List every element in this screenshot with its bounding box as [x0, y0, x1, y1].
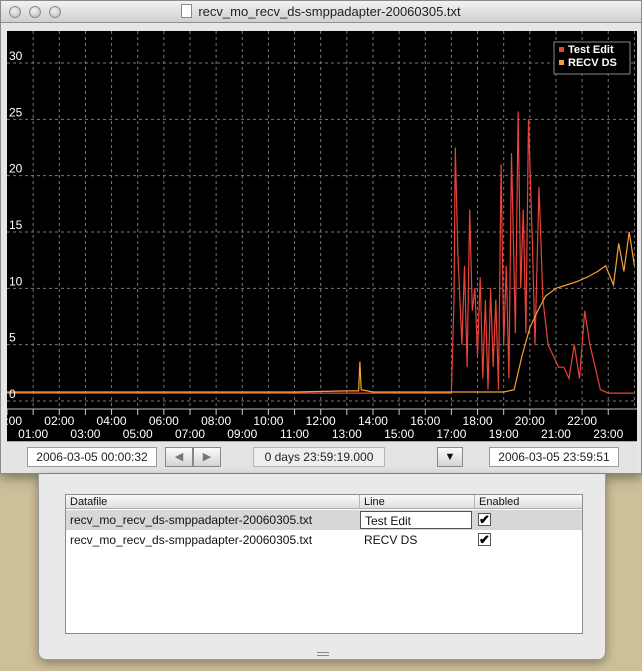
column-header-line[interactable]: Line [360, 495, 475, 509]
enabled-checkbox[interactable]: ✔ [478, 533, 491, 546]
window-title-wrap: recv_mo_recv_ds-smppadapter-20060305.txt [1, 4, 641, 19]
x-tick-label-top: 18:00 [463, 414, 493, 428]
y-tick-label: 5 [9, 331, 16, 345]
x-tick-label-bottom: 21:00 [541, 427, 571, 441]
line-name-edit-field[interactable]: Test Edit [360, 511, 472, 529]
x-tick-label-top: 04:00 [97, 414, 127, 428]
x-tick-label-top: 12:00 [306, 414, 336, 428]
resize-grip[interactable] [317, 652, 329, 656]
x-tick-label-top: 16:00 [410, 414, 440, 428]
line-name-cell[interactable]: RECV DS [360, 530, 417, 550]
column-header-enabled[interactable]: Enabled [475, 495, 584, 509]
legend-swatch-test-edit [559, 47, 564, 52]
plot-window: recv_mo_recv_ds-smppadapter-20060305.txt… [0, 0, 642, 474]
x-tick-label-top: 20:00 [515, 414, 545, 428]
datafile-cell: recv_mo_recv_ds-smppadapter-20060305.txt [70, 513, 313, 527]
start-time-field[interactable]: 2006-03-05 00:00:32 [27, 447, 157, 467]
x-tick-label-top: 14:00 [358, 414, 388, 428]
datafile-table: Datafile Line Enabled recv_mo_recv_ds-sm… [65, 494, 583, 634]
y-axis-labels: 0 5 10 15 20 25 30 [9, 49, 23, 401]
datafile-cell: recv_mo_recv_ds-smppadapter-20060305.txt [70, 533, 313, 547]
x-tick-label-bottom: 17:00 [436, 427, 466, 441]
x-tick-label-bottom: 11:00 [280, 427, 309, 441]
time-toolbar: 2006-03-05 00:00:32 ◀ ▶ 0 days 23:59:19.… [7, 441, 637, 473]
y-tick-label: 20 [9, 162, 23, 176]
column-header-datafile[interactable]: Datafile [66, 495, 360, 509]
table-row[interactable]: recv_mo_recv_ds-smppadapter-20060305.txt… [66, 530, 582, 550]
table-row[interactable]: recv_mo_recv_ds-smppadapter-20060305.txt… [66, 510, 582, 530]
x-tick-label-bottom: 07:00 [175, 427, 205, 441]
datafile-drawer: Datafile Line Enabled recv_mo_recv_ds-sm… [38, 474, 606, 660]
x-tick-label-bottom: 05:00 [123, 427, 153, 441]
y-tick-label: 30 [9, 49, 23, 63]
legend: Test Edit RECV DS [553, 41, 631, 75]
window-title: recv_mo_recv_ds-smppadapter-20060305.txt [198, 4, 461, 19]
x-tick-label-bottom: 13:00 [332, 427, 362, 441]
x-tick-label-top: 10:00 [253, 414, 283, 428]
table-header: Datafile Line Enabled [66, 495, 582, 509]
legend-label-recv-ds: RECV DS [568, 57, 617, 69]
x-tick-label-top: 00:00 [7, 414, 22, 428]
chart-svg[interactable]: 0 5 10 15 20 25 30 00:00 02:00 04:00 06:00 08:00 10… [7, 31, 637, 441]
enabled-checkbox[interactable]: ✔ [478, 513, 491, 526]
end-time-field[interactable]: 2006-03-05 23:59:51 [489, 447, 619, 467]
x-tick-label-top: 22:00 [567, 414, 597, 428]
legend-label-test-edit: Test Edit [568, 44, 614, 56]
previous-button[interactable]: ◀ [165, 447, 193, 467]
x-tick-label-top: 02:00 [44, 414, 74, 428]
y-tick-label: 15 [9, 218, 23, 232]
x-tick-label-bottom: 15:00 [384, 427, 414, 441]
next-button[interactable]: ▶ [193, 447, 221, 467]
x-tick-label-bottom: 01:00 [18, 427, 48, 441]
dropdown-button[interactable]: ▼ [437, 447, 463, 467]
y-tick-label: 0 [9, 387, 16, 401]
x-tick-label-bottom: 19:00 [489, 427, 519, 441]
y-tick-label: 25 [9, 105, 23, 119]
grid-lines [7, 31, 637, 409]
document-icon [181, 4, 193, 18]
x-tick-label-bottom: 23:00 [593, 427, 623, 441]
x-tick-label-top: 06:00 [149, 414, 179, 428]
chart-area[interactable]: 0 5 10 15 20 25 30 00:00 02:00 04:00 06:00 08:00 10… [7, 31, 637, 441]
y-tick-label: 10 [9, 274, 23, 288]
duration-field: 0 days 23:59:19.000 [253, 447, 385, 467]
x-tick-label-bottom: 09:00 [227, 427, 257, 441]
title-bar[interactable]: recv_mo_recv_ds-smppadapter-20060305.txt [1, 1, 641, 23]
x-tick-label-bottom: 03:00 [70, 427, 100, 441]
legend-swatch-recv-ds [559, 60, 564, 65]
x-tick-label-top: 08:00 [201, 414, 231, 428]
